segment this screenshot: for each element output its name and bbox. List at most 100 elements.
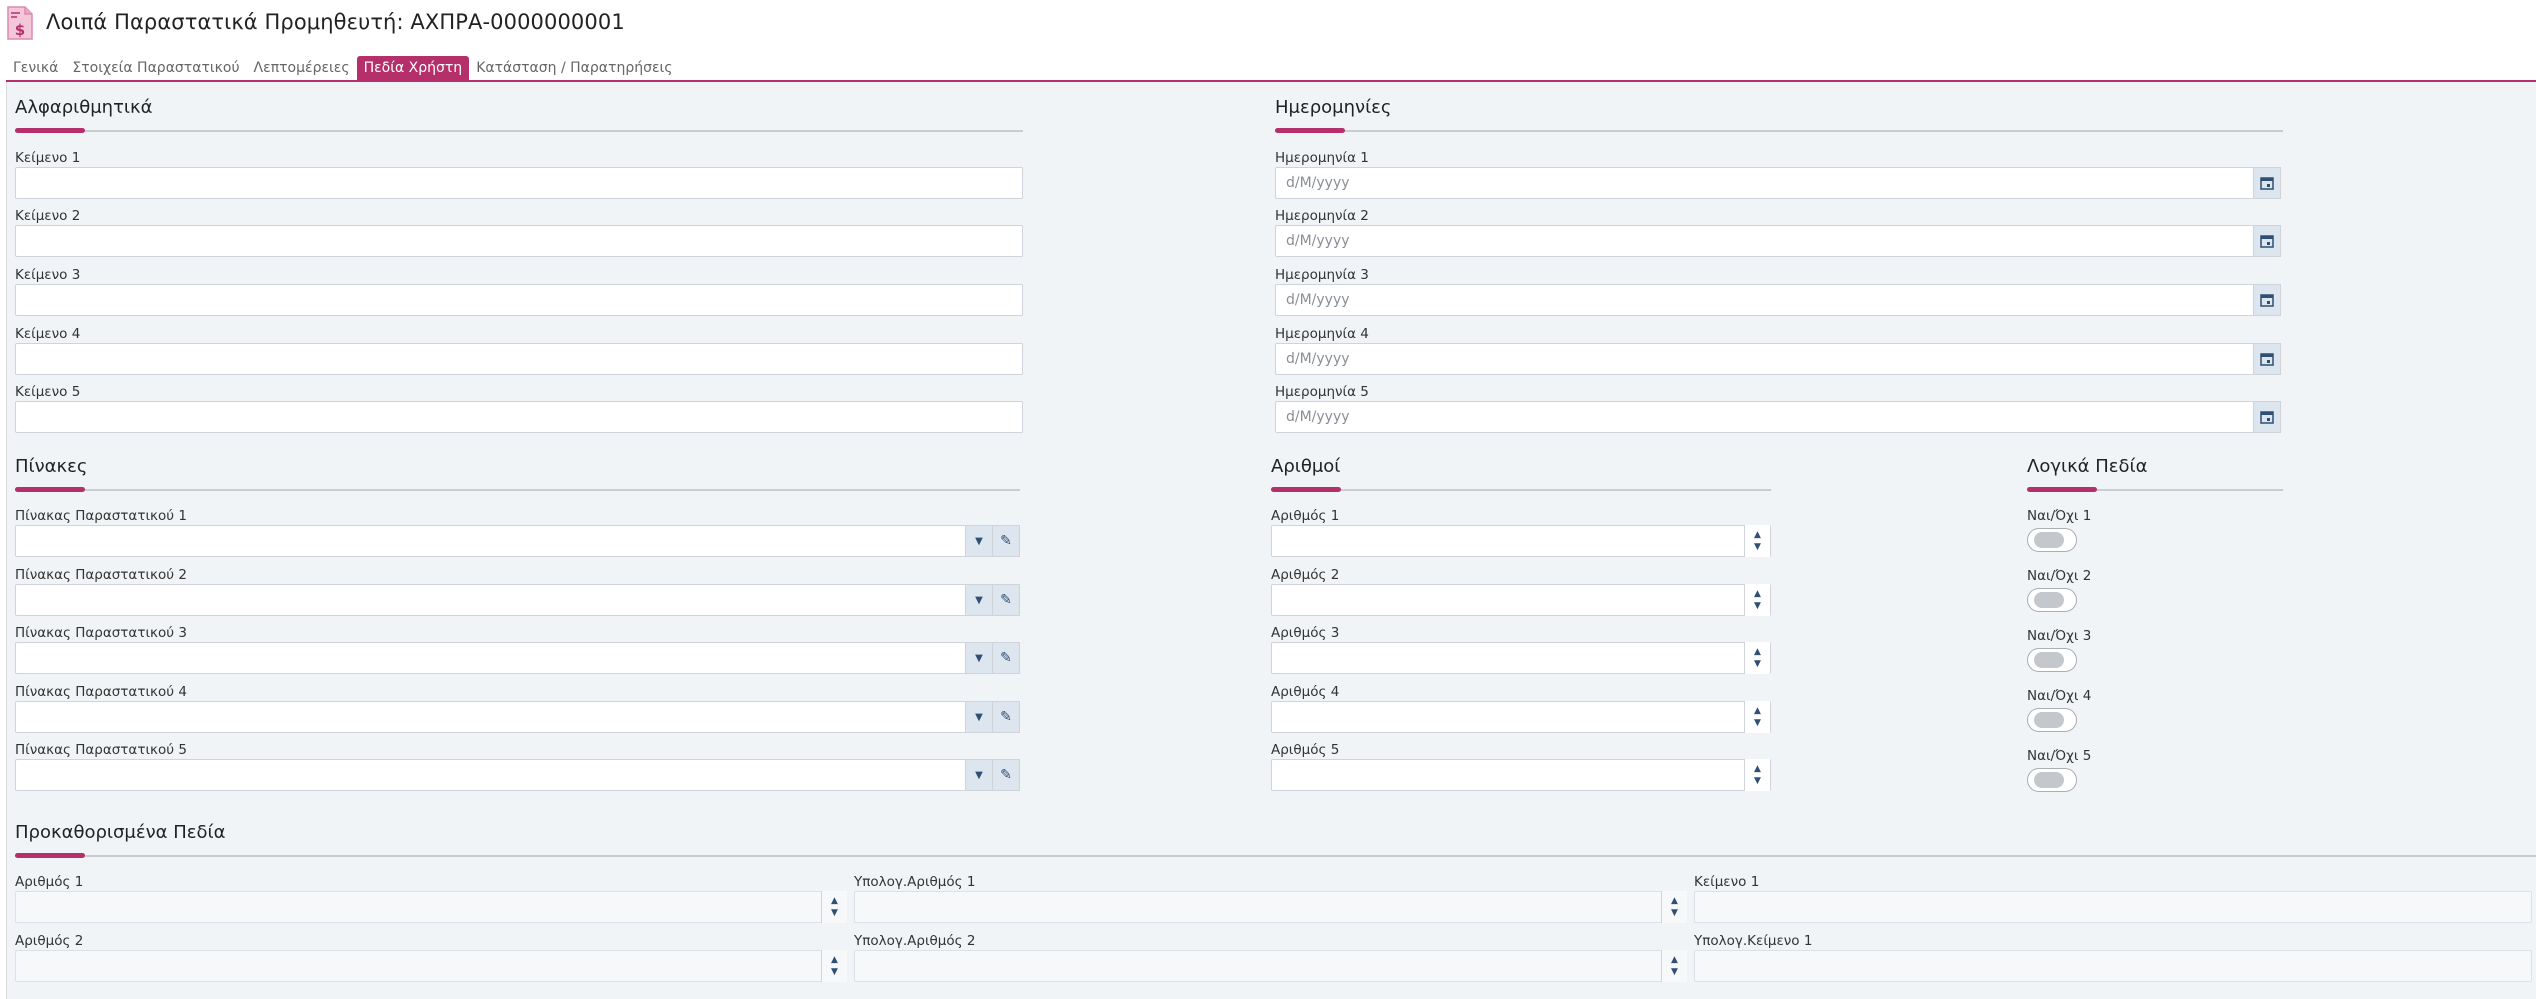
text-3-label: Κείμενο 3 <box>15 267 81 283</box>
table-3-label: Πίνακας Παραστατικού 3 <box>15 625 187 641</box>
dropdown-button[interactable]: ▼ <box>965 759 993 791</box>
number-stepper[interactable]: ▲ ▼ <box>1661 891 1687 923</box>
calendar-icon <box>2260 411 2274 424</box>
bool-2-toggle[interactable] <box>2027 588 2077 612</box>
tab-document-info[interactable]: Στοιχεία Παραστατικού <box>65 56 246 81</box>
calendar-icon <box>2260 353 2274 366</box>
tab-status-notes[interactable]: Κατάσταση / Παρατηρήσεις <box>469 56 679 81</box>
tab-details[interactable]: Λεπτομέρειες <box>247 56 357 81</box>
dropdown-button[interactable]: ▼ <box>965 701 993 733</box>
edit-button[interactable]: ✎ <box>992 759 1020 791</box>
calendar-icon <box>2260 177 2274 190</box>
caret-down-icon: ▼ <box>1754 542 1761 552</box>
caret-down-icon: ▼ <box>975 652 983 664</box>
calendar-icon <box>2260 294 2274 307</box>
table-3-input[interactable] <box>15 642 967 674</box>
tab-general[interactable]: Γενικά <box>6 56 65 81</box>
text-4-input[interactable] <box>15 343 1023 375</box>
page-title: Λοιπά Παραστατικά Προμηθευτή: ΑΧΠΡΑ-0000… <box>46 10 625 34</box>
calendar-button[interactable] <box>2253 167 2281 199</box>
bool-5-label: Ναι/Όχι 5 <box>2027 748 2092 764</box>
caret-up-icon: ▲ <box>831 896 838 906</box>
bool-4-toggle[interactable] <box>2027 708 2077 732</box>
date-4-label: Ημερομηνία 4 <box>1275 326 1369 342</box>
calendar-button[interactable] <box>2253 401 2281 433</box>
edit-button[interactable]: ✎ <box>992 584 1020 616</box>
calendar-button[interactable] <box>2253 284 2281 316</box>
date-1-input[interactable] <box>1275 167 2255 199</box>
table-2-input[interactable] <box>15 584 967 616</box>
predef-number-2-label: Αριθμός 2 <box>15 933 84 949</box>
predef-calc-number-1-input[interactable] <box>854 891 1687 923</box>
alpha-section-title: Αλφαριθμητικά <box>15 97 153 118</box>
table-5-input[interactable] <box>15 759 967 791</box>
number-stepper[interactable]: ▲ ▼ <box>1744 642 1770 674</box>
tab-user-fields[interactable]: Πεδία Χρήστη <box>356 56 470 81</box>
bool-1-label: Ναι/Όχι 1 <box>2027 508 2092 524</box>
number-stepper[interactable]: ▲ ▼ <box>821 891 847 923</box>
date-3-input[interactable] <box>1275 284 2255 316</box>
dropdown-button[interactable]: ▼ <box>965 525 993 557</box>
number-5-input[interactable] <box>1271 759 1771 791</box>
edit-button[interactable]: ✎ <box>992 642 1020 674</box>
text-1-input[interactable] <box>15 167 1023 199</box>
caret-up-icon: ▲ <box>1754 530 1761 540</box>
number-stepper[interactable]: ▲ ▼ <box>1744 525 1770 557</box>
date-5-input[interactable] <box>1275 401 2255 433</box>
number-stepper[interactable]: ▲ ▼ <box>1744 701 1770 733</box>
number-2-input[interactable] <box>1271 584 1771 616</box>
number-stepper[interactable]: ▲ ▼ <box>1744 759 1770 791</box>
number-2-label: Αριθμός 2 <box>1271 567 1340 583</box>
date-3-label: Ημερομηνία 3 <box>1275 267 1369 283</box>
text-2-input[interactable] <box>15 225 1023 257</box>
predefined-section-rule <box>15 855 2536 857</box>
caret-down-icon: ▼ <box>1754 718 1761 728</box>
number-stepper[interactable]: ▲ ▼ <box>1661 950 1687 982</box>
calendar-button[interactable] <box>2253 343 2281 375</box>
date-2-input[interactable] <box>1275 225 2255 257</box>
dropdown-button[interactable]: ▼ <box>965 584 993 616</box>
predef-text-1-input[interactable] <box>1694 891 2532 923</box>
predef-calc-text-1-label: Υπολογ.Κείμενο 1 <box>1694 933 1813 949</box>
edit-button[interactable]: ✎ <box>992 525 1020 557</box>
tables-section-rule <box>15 489 1020 491</box>
predef-number-1-label: Αριθμός 1 <box>15 874 84 890</box>
number-stepper[interactable]: ▲ ▼ <box>821 950 847 982</box>
date-4-input[interactable] <box>1275 343 2255 375</box>
number-4-label: Αριθμός 4 <box>1271 684 1340 700</box>
text-3-input[interactable] <box>15 284 1023 316</box>
number-1-input[interactable] <box>1271 525 1771 557</box>
caret-down-icon: ▼ <box>975 769 983 781</box>
bool-5-toggle[interactable] <box>2027 768 2077 792</box>
caret-down-icon: ▼ <box>831 967 838 977</box>
predefined-section-title: Προκαθορισμένα Πεδία <box>15 822 226 843</box>
text-5-input[interactable] <box>15 401 1023 433</box>
predef-number-1-input[interactable] <box>15 891 847 923</box>
edit-button[interactable]: ✎ <box>992 701 1020 733</box>
numbers-section-accent <box>1271 487 1341 492</box>
pencil-icon: ✎ <box>1000 650 1012 666</box>
predef-text-1-label: Κείμενο 1 <box>1694 874 1760 890</box>
predef-calc-text-1-input[interactable] <box>1694 950 2532 982</box>
pencil-icon: ✎ <box>1000 709 1012 725</box>
caret-down-icon: ▼ <box>975 594 983 606</box>
predef-calc-number-2-input[interactable] <box>854 950 1687 982</box>
table-5-label: Πίνακας Παραστατικού 5 <box>15 742 187 758</box>
calendar-button[interactable] <box>2253 225 2281 257</box>
text-1-label: Κείμενο 1 <box>15 150 81 166</box>
text-2-label: Κείμενο 2 <box>15 208 81 224</box>
caret-down-icon: ▼ <box>975 711 983 723</box>
predef-number-2-input[interactable] <box>15 950 847 982</box>
number-3-input[interactable] <box>1271 642 1771 674</box>
table-1-input[interactable] <box>15 525 967 557</box>
number-4-input[interactable] <box>1271 701 1771 733</box>
bool-1-toggle[interactable] <box>2027 528 2077 552</box>
caret-up-icon: ▲ <box>1671 896 1678 906</box>
table-4-input[interactable] <box>15 701 967 733</box>
number-stepper[interactable]: ▲ ▼ <box>1744 584 1770 616</box>
date-2-label: Ημερομηνία 2 <box>1275 208 1369 224</box>
number-3-label: Αριθμός 3 <box>1271 625 1340 641</box>
dropdown-button[interactable]: ▼ <box>965 642 993 674</box>
table-4-label: Πίνακας Παραστατικού 4 <box>15 684 187 700</box>
bool-3-toggle[interactable] <box>2027 648 2077 672</box>
